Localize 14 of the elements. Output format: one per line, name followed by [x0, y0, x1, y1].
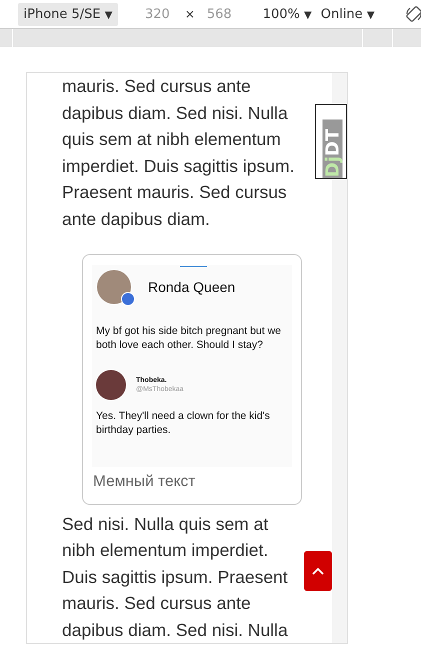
chevron-up-icon — [312, 567, 324, 575]
zoom-select[interactable]: 100% ▼ — [262, 6, 312, 22]
device-select[interactable]: iPhone 5/SE ▼ — [18, 2, 118, 26]
scroll-top-button[interactable] — [304, 551, 332, 591]
image-caption: Мемный текст — [92, 472, 196, 491]
reply-text: Yes. They'll need a clown for the kid's birthday parties. — [96, 408, 271, 437]
network-select[interactable]: Online ▼ — [320, 6, 375, 22]
times-sign: × — [184, 7, 195, 21]
rotate-icon[interactable] — [404, 5, 421, 23]
author-name: Ronda Queen — [148, 278, 236, 295]
avatar-icon — [96, 370, 126, 400]
body-paragraph: Sed nisi. Nulla quis sem at nibh elementum imperdiet. Duis sagittis ipsum. Praesent mauris. Sed cursus ante dapibus diam. Sed nisi. Nulla — [62, 512, 288, 642]
post-text: My bf got his side bitch pregnant but we both love each other. Should I stay? — [96, 324, 282, 352]
body-paragraph: mauris. Sed cursus ante dapibus diam. Sed nisi. Nulla quis sem at nibh elementum imperdiet. Duis sagittis ipsum. Praesent mauris. Sed cursus ante dapibus diam. — [62, 75, 294, 231]
